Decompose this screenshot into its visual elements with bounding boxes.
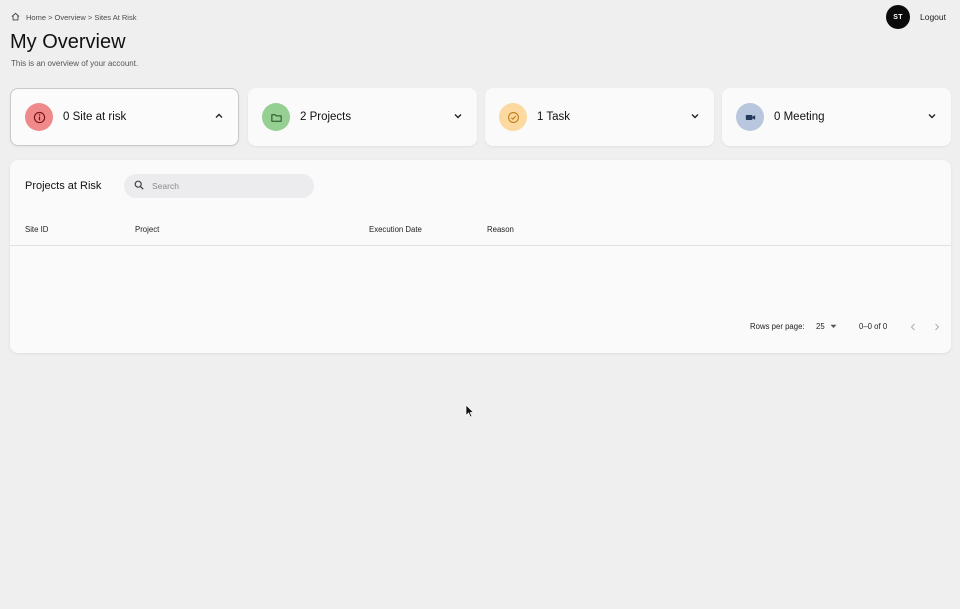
search-icon [134,177,144,195]
rows-per-page-select[interactable]: 25 [816,322,837,331]
page: Home > Overview > Sites At Risk ST Logou… [0,0,960,609]
column-header-site-id[interactable]: Site ID [25,225,48,234]
info-icon [25,103,53,131]
chevron-down-icon[interactable] [690,108,700,126]
pagination: Rows per page: 25 0–0 of 0 [10,320,951,334]
table-header: Site ID Project Execution Date Reason [10,216,951,246]
chevron-up-icon[interactable] [214,108,224,126]
column-header-reason[interactable]: Reason [487,225,514,234]
page-title: My Overview [10,31,126,53]
search-box[interactable] [124,174,314,198]
card-tasks[interactable]: 1 Task [485,88,714,146]
user-area: ST Logout [886,5,946,29]
projects-at-risk-panel: Projects at Risk Site ID Project Executi… [10,160,951,353]
video-icon [736,103,764,131]
card-sites-at-risk[interactable]: 0 Site at risk [10,88,239,146]
card-projects[interactable]: 2 Projects [248,88,477,146]
card-label: 0 Meeting [774,111,825,123]
card-label: 0 Site at risk [63,111,127,123]
rows-per-page-label: Rows per page: [750,322,805,331]
column-header-project[interactable]: Project [135,225,159,234]
logout-button[interactable]: Logout [920,12,946,22]
chevron-down-icon[interactable] [927,108,937,126]
panel-title: Projects at Risk [25,180,102,192]
search-input[interactable] [152,181,292,191]
rows-per-page-value: 25 [816,322,825,331]
pagination-range: 0–0 of 0 [859,322,888,331]
breadcrumb: Home > Overview > Sites At Risk [11,12,136,23]
chevron-right-icon[interactable] [930,320,944,334]
dropdown-arrow-icon [830,322,837,331]
avatar[interactable]: ST [886,5,910,29]
mouse-cursor-icon [465,404,475,418]
chevron-left-icon[interactable] [906,320,920,334]
card-meetings[interactable]: 0 Meeting [722,88,951,146]
check-circle-icon [499,103,527,131]
summary-cards: 0 Site at risk 2 Projects 1 Task 0 Meeti… [10,88,951,146]
card-label: 1 Task [537,111,571,123]
home-icon[interactable] [11,12,20,23]
folder-icon [262,103,290,131]
card-label: 2 Projects [300,111,352,123]
column-header-execution-date[interactable]: Execution Date [369,225,422,234]
breadcrumb-text[interactable]: Home > Overview > Sites At Risk [26,13,136,22]
page-subtitle: This is an overview of your account. [11,59,139,68]
chevron-down-icon[interactable] [453,108,463,126]
